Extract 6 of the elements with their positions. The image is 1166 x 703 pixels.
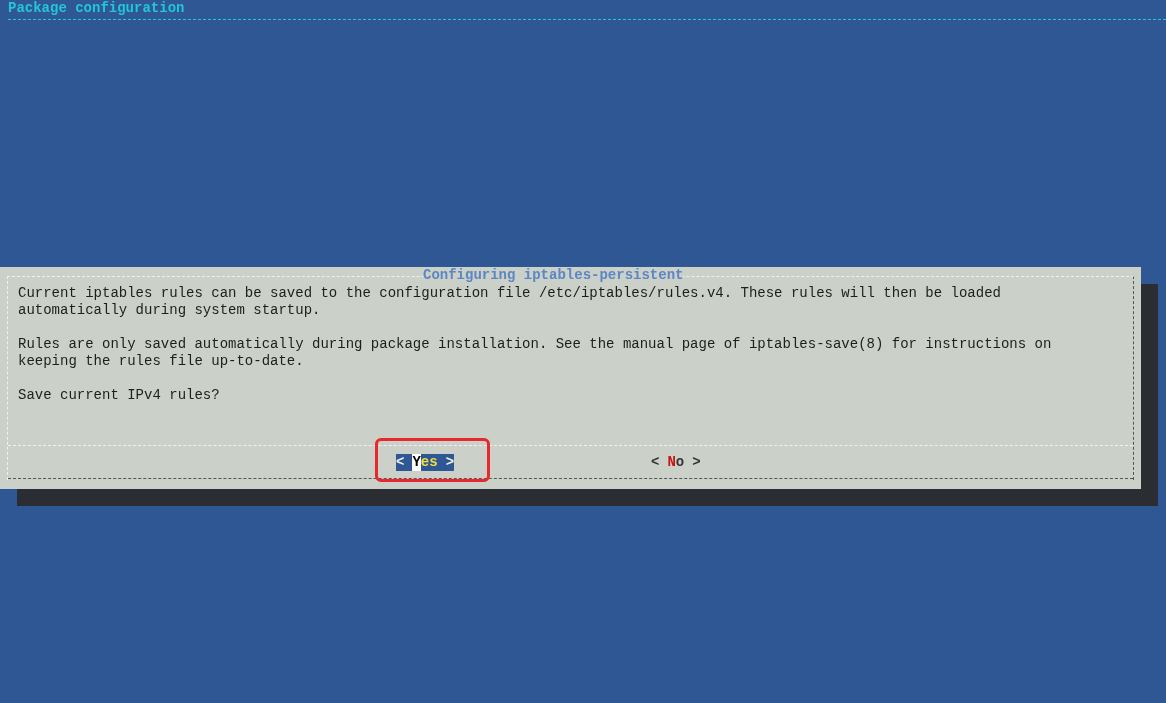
- message-text: Rules are only saved automatically during package installation. See the manual page of iptables-save(8) for instructions on keeping the rules file up-to-date.: [18, 336, 1053, 370]
- dialog-title: Configuring iptables-persistent: [423, 267, 684, 284]
- dialog-button[interactable]: < No >: [651, 453, 701, 471]
- message-text: Current iptables rules can be saved to the configuration file /etc/iptables/rules.v4. These rules will then be loaded automatically during system startup.: [18, 285, 1002, 319]
- screen-title: Package configuration: [8, 0, 185, 17]
- message-text: Save current IPv4 rules?: [18, 387, 221, 404]
